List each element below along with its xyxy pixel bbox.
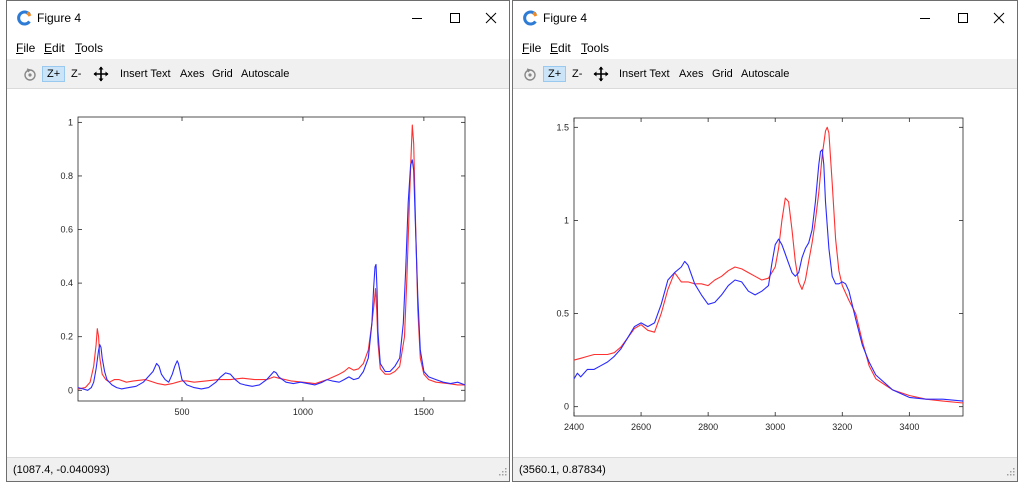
close-icon xyxy=(993,12,1005,24)
rotate-icon xyxy=(24,68,36,81)
insert-text-button[interactable]: Insert Text xyxy=(120,66,171,82)
insert-text-button[interactable]: Insert Text xyxy=(619,66,670,82)
y-tick-label: 0.8 xyxy=(60,171,73,181)
minimize-button[interactable] xyxy=(401,7,433,29)
zoom-in-button[interactable]: Z+ xyxy=(42,66,66,82)
figure-window-right: Figure 4 File Edit Tools Z+ Z- Insert Te… xyxy=(512,0,1018,482)
pan-icon xyxy=(93,66,109,82)
zoom-in-button[interactable]: Z+ xyxy=(543,66,567,82)
menu-tools[interactable]: Tools xyxy=(581,41,609,55)
y-tick-label: 0.6 xyxy=(60,225,73,235)
y-tick-label: 1 xyxy=(564,215,569,225)
rotate-icon xyxy=(524,68,536,81)
x-tick-label: 2600 xyxy=(631,422,651,432)
toolbar: Z+ Z- Insert Text Axes Grid Autoscale xyxy=(7,59,509,89)
x-tick-label: 1000 xyxy=(293,407,313,417)
autoscale-button[interactable]: Autoscale xyxy=(741,66,789,82)
pan-button[interactable] xyxy=(93,66,109,82)
status-bar: (3560.1, 0.87834) xyxy=(513,457,1017,481)
minimize-icon xyxy=(412,18,422,19)
x-tick-label: 2400 xyxy=(564,422,584,432)
window-title: Figure 4 xyxy=(37,11,82,25)
resize-grip-icon[interactable] xyxy=(497,465,507,479)
title-bar[interactable]: Figure 4 xyxy=(7,1,509,35)
y-tick-label: 0.4 xyxy=(60,278,73,288)
rotate-button[interactable] xyxy=(522,66,538,82)
menu-bar: File Edit Tools xyxy=(513,39,1017,57)
grid-button[interactable]: Grid xyxy=(212,66,233,82)
y-tick-label: 1 xyxy=(68,117,73,127)
pan-icon xyxy=(593,66,609,82)
octave-logo-icon xyxy=(522,10,538,26)
menu-tools[interactable]: Tools xyxy=(75,41,103,55)
x-tick-label: 3000 xyxy=(765,422,785,432)
x-tick-label: 1500 xyxy=(414,407,434,417)
rotate-button[interactable] xyxy=(22,66,38,82)
x-tick-label: 3400 xyxy=(899,422,919,432)
maximize-icon xyxy=(958,13,968,23)
y-tick-label: 0 xyxy=(564,402,569,412)
menu-file[interactable]: File xyxy=(522,41,541,55)
close-icon xyxy=(485,12,497,24)
zoom-out-button[interactable]: Z- xyxy=(572,66,582,82)
y-tick-label: 1.5 xyxy=(556,122,569,132)
octave-logo-icon xyxy=(16,10,32,26)
y-tick-label: 0.2 xyxy=(60,332,73,342)
axes-box xyxy=(77,116,466,402)
toolbar: Z+ Z- Insert Text Axes Grid Autoscale xyxy=(513,59,1017,89)
figure-window-left: Figure 4 File Edit Tools Z+ Z- Insert Te… xyxy=(6,0,510,482)
menu-bar: File Edit Tools xyxy=(7,39,509,57)
y-tick-label: 0.5 xyxy=(556,309,569,319)
menu-edit[interactable]: Edit xyxy=(550,41,571,55)
resize-grip-icon[interactable] xyxy=(1005,465,1015,479)
maximize-icon xyxy=(450,13,460,23)
maximize-button[interactable] xyxy=(439,7,471,29)
maximize-button[interactable] xyxy=(947,7,979,29)
menu-file[interactable]: File xyxy=(16,41,35,55)
y-tick-label: 0 xyxy=(68,385,73,395)
window-title: Figure 4 xyxy=(543,11,588,25)
minimize-button[interactable] xyxy=(909,7,941,29)
close-button[interactable] xyxy=(983,7,1015,29)
x-tick-label: 3200 xyxy=(832,422,852,432)
chart-right[interactable]: 2400 2600 2800 3000 3200 3400 0 0.5 1 1.5 xyxy=(513,90,1017,459)
plot-canvas[interactable]: 2400 2600 2800 3000 3200 3400 0 0.5 1 1.5 xyxy=(513,90,1017,459)
autoscale-button[interactable]: Autoscale xyxy=(241,66,289,82)
grid-button[interactable]: Grid xyxy=(712,66,733,82)
axes-button[interactable]: Axes xyxy=(180,66,204,82)
zoom-out-button[interactable]: Z- xyxy=(71,66,81,82)
axes-button[interactable]: Axes xyxy=(679,66,703,82)
menu-edit[interactable]: Edit xyxy=(44,41,65,55)
plot-canvas[interactable]: 500 1000 1500 0 0.2 0.4 0.6 0.8 1 xyxy=(7,90,509,459)
cursor-coordinates: (3560.1, 0.87834) xyxy=(519,464,606,476)
pan-button[interactable] xyxy=(593,66,609,82)
status-bar: (1087.4, -0.040093) xyxy=(7,457,509,481)
x-tick-label: 500 xyxy=(174,407,189,417)
title-bar[interactable]: Figure 4 xyxy=(513,1,1017,35)
chart-left[interactable]: 500 1000 1500 0 0.2 0.4 0.6 0.8 1 xyxy=(7,90,509,459)
minimize-icon xyxy=(920,18,930,19)
x-tick-label: 2800 xyxy=(698,422,718,432)
cursor-coordinates: (1087.4, -0.040093) xyxy=(13,464,110,476)
axes-box xyxy=(573,117,964,417)
close-button[interactable] xyxy=(475,7,507,29)
